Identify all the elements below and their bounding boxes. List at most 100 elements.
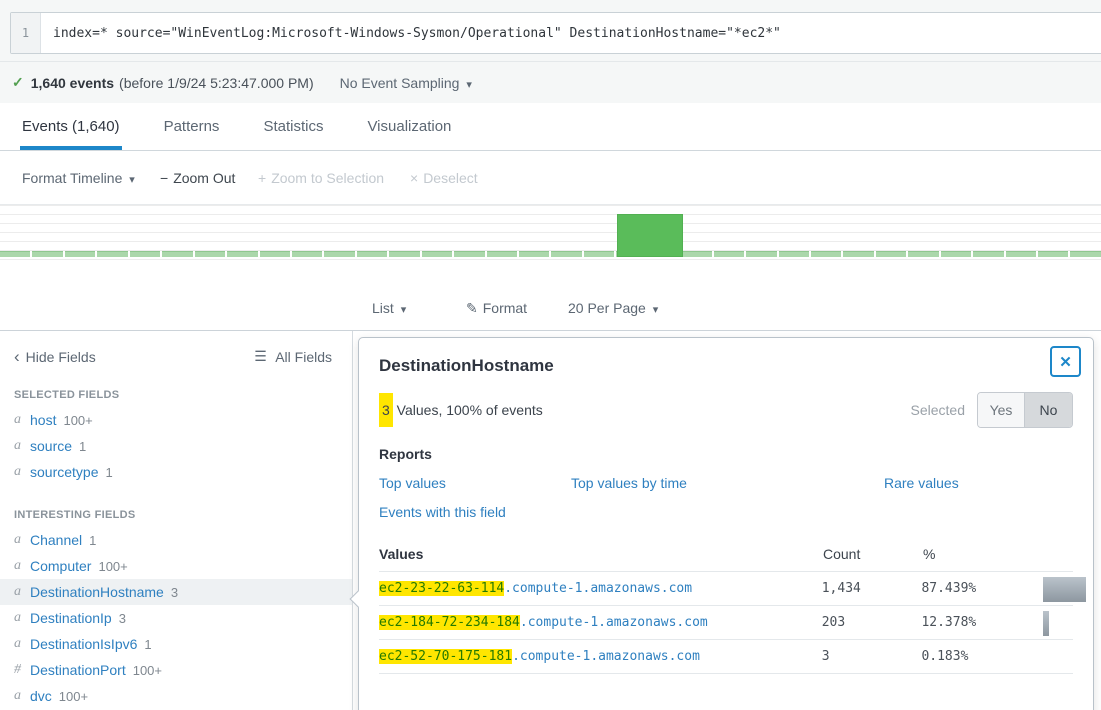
timeline-baseline-segment[interactable] [130,251,160,257]
timeline-baseline-segment[interactable] [292,251,322,257]
tab[interactable]: Patterns [164,103,220,150]
timeline-baseline-segment[interactable] [454,251,484,257]
field-link[interactable]: DestinationIp [30,610,112,626]
timeline-baseline-segment[interactable] [422,251,452,257]
field-row[interactable]: a DestinationIsIpv6 1 [0,631,352,657]
fields-sidebar: ‹ Hide Fields ☰ All Fields SELECTED FIEL… [0,331,353,710]
field-link[interactable]: sourcetype [30,464,98,480]
field-link[interactable]: dvc [30,688,52,704]
timeline-baseline-segment[interactable] [1006,251,1036,257]
format-timeline-label: Format Timeline [22,170,122,186]
chevron-left-icon: ‹ [14,348,20,365]
tab[interactable]: Visualization [367,103,451,150]
field-link[interactable]: Channel [30,532,82,548]
percent-column-header: % [923,546,1045,562]
search-query-input[interactable]: index=* source="WinEventLog:Microsoft-Wi… [41,13,793,53]
search-bar[interactable]: 1 index=* source="WinEventLog:Microsoft-… [10,12,1101,54]
events-timeline-chart[interactable] [0,205,1101,260]
field-row[interactable]: a sourcetype 1 [0,459,352,485]
timeline-baseline-segment[interactable] [227,251,257,257]
zoom-to-selection-button: +Zoom to Selection [258,170,384,186]
format-timeline-dropdown[interactable]: Format Timeline ▾ [22,170,135,186]
field-row[interactable]: a DestinationIp 3 [0,605,352,631]
timeline-baseline-segment[interactable] [551,251,581,257]
deselect-button: ×Deselect [410,170,478,186]
timeline-baseline-segment[interactable] [584,251,614,257]
field-count: 100+ [63,413,92,428]
list-view-dropdown[interactable]: List ▾ [372,300,406,316]
rare-values-link[interactable]: Rare values [884,475,959,491]
plus-icon: + [258,170,266,186]
timeline-baseline-segment[interactable] [908,251,938,257]
timeline-spike-bar[interactable] [617,214,683,257]
field-count: 3 [171,585,178,600]
field-link[interactable]: DestinationPort [30,662,126,678]
top-values-by-time-link[interactable]: Top values by time [571,475,884,491]
summary-highlighted-value: 3 [379,393,393,427]
timeline-toolbar: Format Timeline ▾ −Zoom Out +Zoom to Sel… [0,151,1101,205]
value-link[interactable]: ec2-23-22-63-114.compute-1.amazonaws.com [379,581,822,596]
timeline-baseline-segment[interactable] [162,251,192,257]
timeline-baseline-segment[interactable] [260,251,290,257]
tab[interactable]: Events (1,640) [22,103,120,150]
timeline-baseline-segment[interactable] [324,251,354,257]
hide-fields-button[interactable]: ‹ Hide Fields [14,348,96,365]
timeline-baseline-segment[interactable] [941,251,971,257]
field-link[interactable]: DestinationIsIpv6 [30,636,137,652]
timeline-baseline-segment[interactable] [714,251,744,257]
field-row[interactable]: a source 1 [0,433,352,459]
selected-fields-header: SELECTED FIELDS [14,389,352,401]
timeline-baseline-segment[interactable] [97,251,127,257]
all-fields-button[interactable]: ☰ All Fields [254,348,332,365]
tab[interactable]: Statistics [263,103,323,150]
values-column-header: Values [379,546,823,562]
selected-no-button[interactable]: No [1025,393,1072,427]
timeline-baseline-segment[interactable] [389,251,419,257]
timeline-baseline-segment[interactable] [519,251,549,257]
field-row[interactable]: a DestinationHostname 3 [0,579,352,605]
field-link[interactable]: DestinationHostname [30,584,164,600]
event-time-note: (before 1/9/24 5:23:47.000 PM) [119,75,314,91]
events-with-field-link[interactable]: Events with this field [379,504,506,520]
timeline-baseline-segment[interactable] [746,251,776,257]
timeline-baseline-segment[interactable] [779,251,809,257]
field-link[interactable]: host [30,412,56,428]
selected-yes-button[interactable]: Yes [978,393,1025,427]
timeline-baseline-segment[interactable] [1070,251,1100,257]
top-values-link[interactable]: Top values [379,475,571,491]
report-links-row: Top values Top values by time Rare value… [379,475,1073,491]
value-link[interactable]: ec2-52-70-175-181.compute-1.amazonaws.co… [379,649,822,664]
zoom-out-button[interactable]: −Zoom Out [160,170,235,186]
timeline-baseline-segment[interactable] [811,251,841,257]
timeline-baseline-segment[interactable] [487,251,517,257]
field-row[interactable]: a host 100+ [0,407,352,433]
list-menu-icon: ☰ [254,348,269,365]
timeline-baseline-segment[interactable] [65,251,95,257]
timeline-baseline-segment[interactable] [973,251,1003,257]
caret-down-icon: ▾ [466,79,472,91]
event-sampling-label: No Event Sampling [340,75,460,91]
popup-close-button[interactable]: ✕ [1050,346,1081,377]
field-link[interactable]: Computer [30,558,91,574]
value-bar-cell [1043,572,1073,605]
timeline-baseline-segment[interactable] [357,251,387,257]
timeline-baseline-segment[interactable] [843,251,873,257]
field-row[interactable]: # DestinationPort 100+ [0,657,352,683]
field-row[interactable]: a dvc 100+ [0,683,352,709]
field-link[interactable]: source [30,438,72,454]
timeline-baseline-segment[interactable] [876,251,906,257]
value-link[interactable]: ec2-184-72-234-184.compute-1.amazonaws.c… [379,615,822,630]
list-view-label: List [372,300,394,316]
timeline-baseline-segment[interactable] [0,251,30,257]
field-row[interactable]: a Computer 100+ [0,553,352,579]
caret-down-icon: ▾ [401,304,407,316]
timeline-baseline-segment[interactable] [195,251,225,257]
field-row[interactable]: a Channel 1 [0,527,352,553]
timeline-baseline-segment[interactable] [1038,251,1068,257]
format-button[interactable]: ✎Format [466,300,527,317]
field-count: 1 [89,533,96,548]
event-sampling-dropdown[interactable]: No Event Sampling ▾ [340,75,472,91]
timeline-baseline-segment[interactable] [681,251,711,257]
per-page-dropdown[interactable]: 20 Per Page ▾ [568,300,658,316]
timeline-baseline-segment[interactable] [32,251,62,257]
